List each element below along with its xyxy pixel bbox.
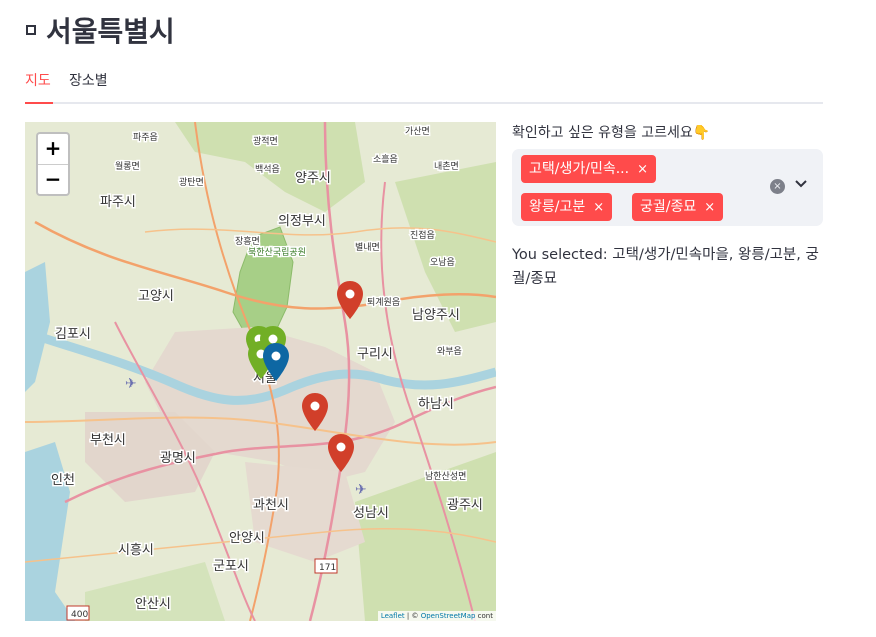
page-title: 서울특별시 bbox=[26, 10, 175, 50]
tag-label: 왕릉/고분 bbox=[529, 199, 586, 215]
clear-all-icon[interactable]: × bbox=[770, 179, 785, 194]
multiselect-label: 확인하고 싶은 유형을 고르세요👇 bbox=[512, 125, 711, 141]
map-label-goyang: 고양시 bbox=[138, 289, 174, 304]
map-label-paju: 파주시 bbox=[100, 195, 136, 210]
tag-label: 궁궐/종묘 bbox=[640, 199, 697, 215]
map-label-bukhansan: 북한산국립공원 bbox=[248, 247, 306, 258]
map-label-seongnam: 성남시 bbox=[353, 506, 389, 521]
map-label-naechon: 내촌면 bbox=[434, 161, 459, 172]
map-label-guri: 구리시 bbox=[357, 347, 393, 362]
map-label-gwangmyeong: 광명시 bbox=[160, 451, 196, 466]
map-label-wollong: 월롱면 bbox=[115, 160, 140, 172]
map-label-gwangjeok: 광적면 bbox=[253, 135, 278, 147]
tab-active-indicator bbox=[25, 102, 53, 104]
square-icon bbox=[26, 25, 36, 35]
road-shield-400: 400 bbox=[71, 610, 88, 620]
map-label-wabu: 와부읍 bbox=[437, 345, 462, 357]
map-label-gunpo: 군포시 bbox=[213, 559, 249, 574]
tag-remove-icon[interactable]: × bbox=[704, 200, 715, 215]
app-page: 서울특별시 지도 장소별 ✈ ✈ 파주시 김포시 고양시 양주시 의정부시 남양… bbox=[0, 0, 876, 637]
map-label-siheung: 시흥시 bbox=[118, 543, 154, 558]
map-attribution: Leaflet | © OpenStreetMap cont bbox=[377, 611, 496, 621]
page-title-text: 서울특별시 bbox=[46, 15, 175, 48]
tag-label: 고택/생가/민속... bbox=[529, 161, 630, 177]
map-label-yangju: 양주시 bbox=[295, 171, 331, 186]
tab-map[interactable]: 지도 bbox=[25, 70, 51, 90]
type-multiselect[interactable]: 고택/생가/민속... × 왕릉/고분 × 궁궐/종묘 × × bbox=[512, 149, 823, 226]
map-label-bucheon: 부천시 bbox=[90, 433, 126, 448]
map-label-gaseong: 가산면 bbox=[405, 126, 430, 137]
map-label-soheul: 소흘읍 bbox=[373, 153, 398, 165]
tab-by-place-label: 장소별 bbox=[69, 73, 108, 89]
map-label-uijeongbu: 의정부시 bbox=[278, 214, 326, 229]
leaflet-link[interactable]: Leaflet bbox=[381, 612, 405, 620]
attribution-rest: cont bbox=[475, 612, 493, 620]
map-marker-blue[interactable] bbox=[262, 342, 290, 382]
map-label-onam: 오남읍 bbox=[430, 257, 455, 268]
map-label-hanam: 하남시 bbox=[418, 397, 454, 412]
map-marker-red[interactable] bbox=[336, 280, 364, 320]
tab-map-label: 지도 bbox=[25, 73, 51, 89]
zoom-control: + − bbox=[36, 132, 70, 196]
map-view[interactable]: ✈ ✈ 파주시 김포시 고양시 양주시 의정부시 남양주시 구리시 서울 부천시… bbox=[25, 122, 496, 621]
chevron-down-icon[interactable] bbox=[795, 177, 807, 192]
map-label-jangheung: 장흥면 bbox=[235, 235, 260, 247]
map-label-paju-eup: 파주읍 bbox=[133, 132, 158, 143]
map-label-gwangtan: 광탄면 bbox=[179, 176, 204, 188]
svg-text:✈: ✈ bbox=[355, 482, 367, 498]
zoom-in-button[interactable]: + bbox=[38, 134, 68, 165]
selected-tag: 고택/생가/민속... × bbox=[521, 155, 656, 183]
selected-summary: You selected: 고택/생가/민속마을, 왕릉/고분, 궁궐/종묘 bbox=[512, 247, 819, 287]
map-label-ansan: 안산시 bbox=[135, 597, 171, 612]
selected-tag: 왕릉/고분 × bbox=[521, 193, 613, 221]
zoom-out-button[interactable]: − bbox=[38, 165, 68, 195]
osm-link[interactable]: OpenStreetMap bbox=[421, 612, 476, 620]
svg-text:✈: ✈ bbox=[125, 376, 137, 392]
map-marker-red[interactable] bbox=[327, 433, 355, 473]
map-label-gimpo: 김포시 bbox=[55, 327, 91, 342]
road-shield-171: 171 bbox=[319, 563, 336, 573]
map-label-gwacheon: 과천시 bbox=[253, 498, 289, 513]
map-label-gwangju: 광주시 bbox=[447, 498, 483, 513]
attribution-separator: | © bbox=[404, 612, 421, 620]
map-label-jingeon: 진접읍 bbox=[410, 229, 435, 241]
map-label-namyangju: 남양주시 bbox=[412, 308, 460, 323]
map-label-incheon: 인천 bbox=[51, 473, 75, 488]
map-label-toegyewon: 퇴계원읍 bbox=[367, 296, 400, 308]
map-label-anyang: 안양시 bbox=[229, 531, 265, 546]
selected-tag: 궁궐/종묘 × bbox=[632, 193, 724, 221]
map-marker-red[interactable] bbox=[301, 392, 329, 432]
map-label-byeollae: 별내면 bbox=[355, 242, 380, 253]
map-label-baekseok: 백석읍 bbox=[255, 164, 280, 175]
tag-remove-icon[interactable]: × bbox=[637, 162, 648, 177]
tag-remove-icon[interactable]: × bbox=[593, 200, 604, 215]
tab-by-place[interactable]: 장소별 bbox=[69, 70, 108, 90]
map-label-namhansanseong: 남한산성면 bbox=[425, 471, 466, 482]
tab-bar: 지도 장소별 bbox=[25, 62, 823, 104]
